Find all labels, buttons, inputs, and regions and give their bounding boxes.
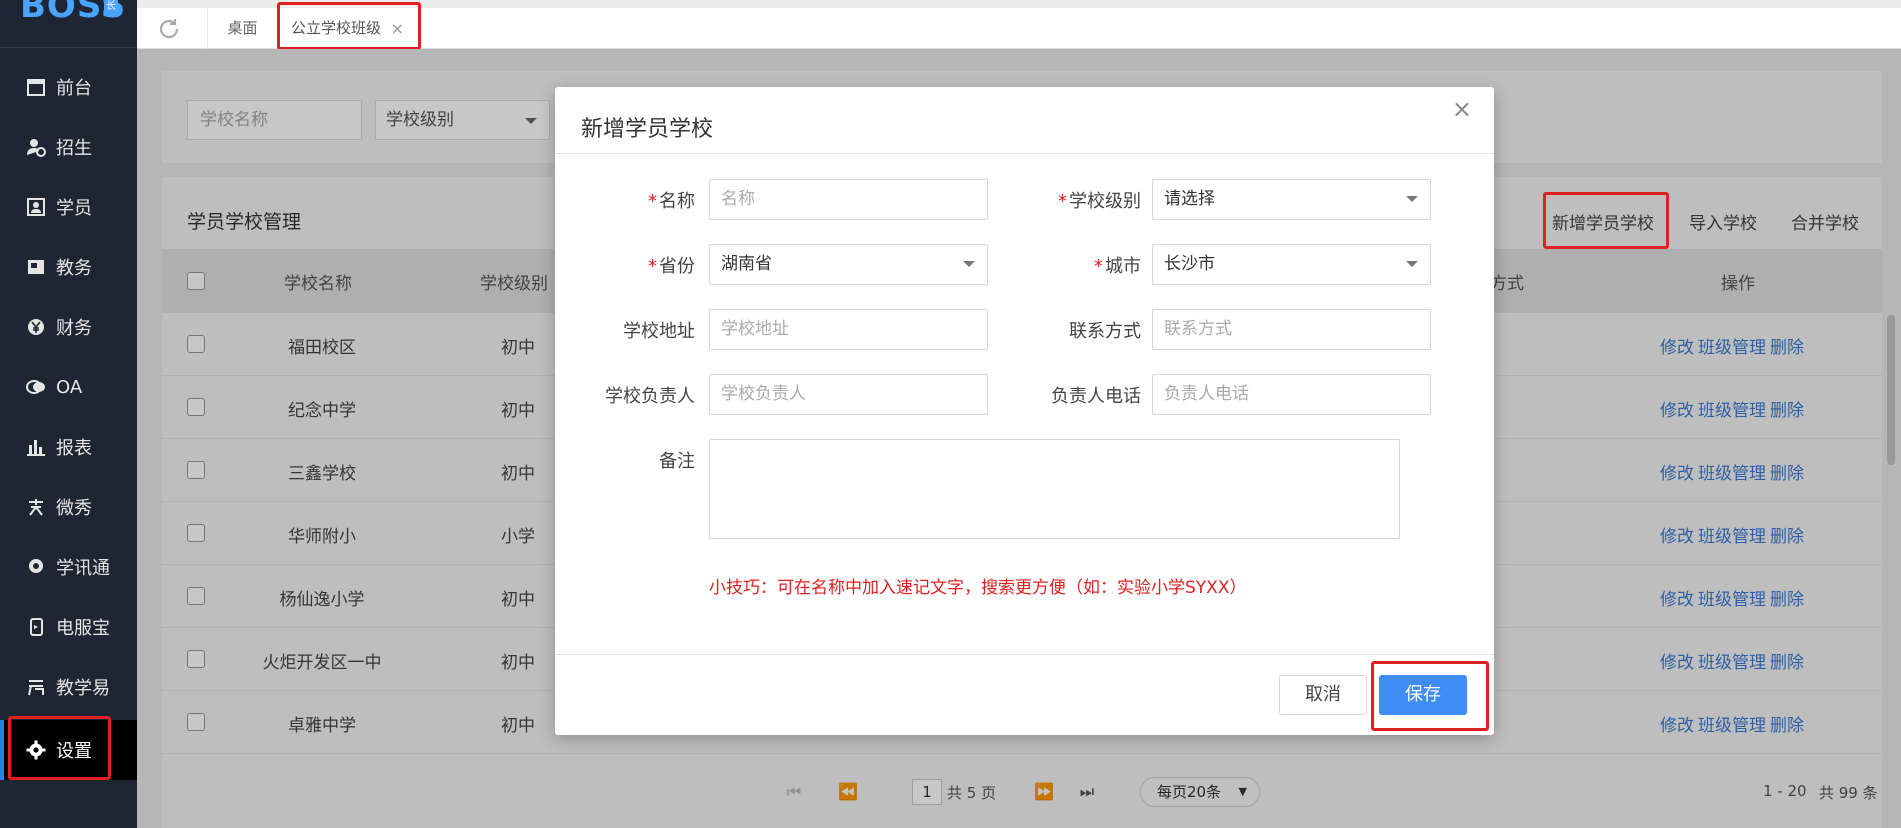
province-label: * 省份 (648, 256, 695, 277)
sidebar-item-front[interactable]: 前台 (0, 57, 137, 117)
select-value: 长沙市 (1164, 254, 1215, 274)
principal-label: 学校负责人 (605, 386, 695, 407)
principal-input[interactable]: 学校负责人 (709, 374, 988, 415)
school-level-select[interactable]: 请选择 (1152, 179, 1431, 220)
xiu-icon (29, 499, 43, 516)
sidebar-item-label: 招生 (56, 138, 92, 159)
sidebar-item-label: 报表 (56, 438, 92, 459)
sidebar-item-oa[interactable]: OA (0, 357, 137, 417)
sidebar-item-label: 前台 (56, 78, 92, 99)
tab-public-school-class[interactable]: 公立学校班级 × (278, 8, 418, 49)
refresh-icon[interactable] (157, 17, 181, 41)
select-value: 请选择 (1164, 189, 1215, 209)
principal-phone-label: 负责人电话 (1051, 386, 1141, 407)
address-label: 学校地址 (623, 321, 695, 342)
sidebar-item-label: 电服宝 (56, 618, 110, 639)
select-value: 湖南省 (721, 254, 772, 274)
logo: BOSS 长 (0, 0, 137, 48)
phone-icon (30, 618, 43, 636)
chevron-down-icon (963, 261, 975, 267)
logo-badge: 长 (104, 0, 118, 14)
user-add-icon (27, 139, 46, 157)
sidebar-item-enroll[interactable]: 招生 (0, 117, 137, 177)
sidebar-item-label: 教务 (56, 258, 92, 279)
sidebar-item-weixiu[interactable]: 微秀 (0, 477, 137, 537)
book-icon (28, 260, 44, 274)
city-label: * 城市 (1094, 256, 1141, 277)
chevron-down-icon (1406, 261, 1418, 267)
sidebar-item-label: 设置 (56, 741, 92, 762)
sidebar: BOSS 长 前台 招生 学员 教务 财务 OA 报表 微秀 学讯通 电服宝 教… (0, 0, 137, 828)
contact-input[interactable]: 联系方式 (1152, 309, 1431, 350)
city-select[interactable]: 长沙市 (1152, 244, 1431, 285)
contact-label: 联系方式 (1069, 321, 1141, 342)
principal-phone-input[interactable]: 负责人电话 (1152, 374, 1431, 415)
school-level-label: * 学校级别 (1058, 191, 1141, 212)
remark-label: 备注 (659, 451, 695, 472)
sidebar-item-label: 教学易 (56, 678, 110, 699)
sidebar-item-dianfubao[interactable]: 电服宝 (0, 597, 137, 657)
remark-textarea[interactable] (709, 439, 1400, 539)
dialog-title: 新增学员学校 (581, 117, 714, 142)
address-input[interactable]: 学校地址 (709, 309, 988, 350)
sidebar-item-label: 微秀 (56, 498, 92, 519)
sidebar-item-label: 财务 (56, 318, 92, 339)
close-icon[interactable]: × (1452, 95, 1472, 123)
add-school-dialog: 新增学员学校 × * 名称 名称 * 学校级别 请选择 * 省份 湖南省 * 城市 长沙… (555, 87, 1494, 735)
sidebar-item-label: 学讯通 (56, 558, 110, 579)
divider (555, 153, 1494, 154)
calendar-icon (27, 79, 45, 96)
name-label: * 名称 (648, 191, 695, 212)
teach-icon (28, 680, 44, 696)
sidebar-item-reports[interactable]: 报表 (0, 417, 137, 477)
province-select[interactable]: 湖南省 (709, 244, 988, 285)
sidebar-item-jiaoxueyi[interactable]: 教学易 (0, 657, 137, 717)
sidebar-item-settings[interactable]: 设置 (0, 720, 137, 780)
gear-icon (26, 740, 46, 760)
tab-label: 公立学校班级 (291, 19, 382, 37)
close-icon[interactable]: × (391, 8, 404, 49)
sidebar-item-academic[interactable]: 教务 (0, 237, 137, 297)
cancel-button[interactable]: 取消 (1279, 675, 1367, 715)
save-button[interactable]: 保存 (1379, 675, 1467, 715)
sidebar-item-label: 学员 (56, 198, 92, 219)
person-card-icon (27, 198, 45, 216)
sidebar-item-students[interactable]: 学员 (0, 177, 137, 237)
tab-desktop[interactable]: 桌面 (207, 8, 277, 49)
bar-chart-icon (27, 440, 45, 456)
yen-icon (28, 319, 44, 335)
chat-icon (26, 380, 45, 394)
tip-text: 小技巧：可在名称中加入速记文字，搜索更方便（如：实验小学SYXX） (709, 578, 1247, 598)
location-icon (29, 559, 43, 573)
chevron-down-icon (1406, 196, 1418, 202)
name-input[interactable]: 名称 (709, 179, 988, 220)
tab-bar: 桌面 公立学校班级 × (137, 8, 1901, 49)
sidebar-item-finance[interactable]: 财务 (0, 297, 137, 357)
sidebar-item-xuexuntong[interactable]: 学讯通 (0, 537, 137, 597)
sidebar-item-label: OA (56, 376, 83, 398)
divider (555, 654, 1494, 655)
